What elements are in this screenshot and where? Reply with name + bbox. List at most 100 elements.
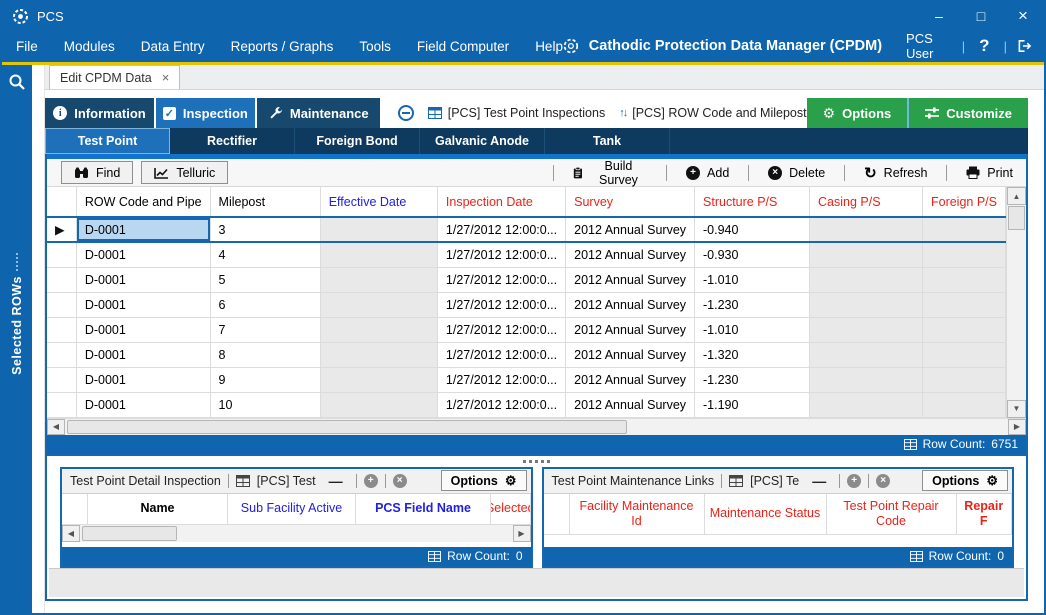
- col-effective-date[interactable]: Effective Date: [320, 187, 437, 217]
- cell-foreign-ps[interactable]: [922, 342, 1005, 367]
- cell-effective-date[interactable]: [320, 392, 437, 417]
- cell-inspection-date[interactable]: 1/27/2012 12:00:0...: [437, 292, 565, 317]
- col-milepost[interactable]: Milepost: [210, 187, 320, 217]
- collapse-panel-button[interactable]: —: [323, 473, 349, 489]
- cell-structure-ps[interactable]: -1.190: [695, 392, 810, 417]
- menu-modules[interactable]: Modules: [64, 39, 115, 54]
- scroll-down-icon[interactable]: ▼: [1007, 400, 1026, 418]
- add-icon[interactable]: +: [364, 474, 378, 488]
- cell-structure-ps[interactable]: -0.930: [695, 242, 810, 267]
- refresh-button[interactable]: ↻ Refresh: [851, 161, 940, 184]
- vertical-scrollbar[interactable]: ▲ ▼: [1006, 187, 1026, 418]
- col-test-point-repair-code[interactable]: Test Point Repair Code: [827, 494, 957, 534]
- maintenance-options-button[interactable]: Options ⚙: [922, 470, 1008, 491]
- cell-inspection-date[interactable]: 1/27/2012 12:00:0...: [437, 242, 565, 267]
- cell-milepost[interactable]: 6: [210, 292, 320, 317]
- cell-casing-ps[interactable]: [810, 317, 923, 342]
- detail-grid-name[interactable]: [PCS] Test: [257, 474, 316, 488]
- table-row[interactable]: D-0001 7 1/27/2012 12:00:0... 2012 Annua…: [47, 317, 1006, 342]
- cell-casing-ps[interactable]: [810, 342, 923, 367]
- cell-milepost[interactable]: 4: [210, 242, 320, 267]
- cell-milepost[interactable]: 7: [210, 317, 320, 342]
- sidebar-tab-selected-rows[interactable]: Selected ROWs: [2, 253, 32, 375]
- cell-structure-ps[interactable]: -1.230: [695, 292, 810, 317]
- table-row[interactable]: D-0001 9 1/27/2012 12:00:0... 2012 Annua…: [47, 367, 1006, 392]
- col-casing-ps[interactable]: Casing P/S: [810, 187, 923, 217]
- cell-row-code[interactable]: D-0001: [76, 217, 210, 242]
- cell-survey[interactable]: 2012 Annual Survey: [566, 317, 695, 342]
- delete-icon[interactable]: ×: [393, 474, 407, 488]
- scrollbar-thumb[interactable]: [67, 420, 627, 434]
- tab-inspection[interactable]: ✓ Inspection: [156, 98, 255, 128]
- scroll-up-icon[interactable]: ▲: [1007, 187, 1026, 205]
- col-name[interactable]: Name: [88, 494, 228, 524]
- cell-effective-date[interactable]: [320, 342, 437, 367]
- collapse-panel-button[interactable]: —: [806, 473, 832, 489]
- cell-row-code[interactable]: D-0001: [76, 267, 210, 292]
- table-row[interactable]: ▶ D-0001 3 1/27/2012 12:00:0... 2012 Ann…: [47, 217, 1006, 242]
- menu-data-entry[interactable]: Data Entry: [141, 39, 205, 54]
- cell-inspection-date[interactable]: 1/27/2012 12:00:0...: [437, 267, 565, 292]
- cell-row-code[interactable]: D-0001: [76, 242, 210, 267]
- user-label[interactable]: PCS User: [906, 31, 952, 61]
- customize-button[interactable]: Customize: [907, 98, 1028, 128]
- cell-effective-date[interactable]: [320, 217, 437, 242]
- cell-casing-ps[interactable]: [810, 217, 923, 242]
- menu-field-computer[interactable]: Field Computer: [417, 39, 509, 54]
- minimize-button[interactable]: –: [918, 2, 960, 30]
- col-sub-facility-active[interactable]: Sub Facility Active: [228, 494, 356, 524]
- cell-foreign-ps[interactable]: [922, 292, 1005, 317]
- collapse-icon[interactable]: [398, 105, 414, 121]
- cell-milepost[interactable]: 3: [210, 217, 320, 242]
- cell-survey[interactable]: 2012 Annual Survey: [566, 292, 695, 317]
- horizontal-scrollbar[interactable]: ◀ ▶: [47, 418, 1026, 435]
- tab-edit-cpdm-data[interactable]: Edit CPDM Data ×: [49, 65, 180, 89]
- scrollbar-thumb[interactable]: [1008, 206, 1025, 230]
- cell-inspection-date[interactable]: 1/27/2012 12:00:0...: [437, 342, 565, 367]
- maximize-button[interactable]: □: [960, 2, 1002, 30]
- cell-milepost[interactable]: 10: [210, 392, 320, 417]
- cell-row-code[interactable]: D-0001: [76, 317, 210, 342]
- cell-effective-date[interactable]: [320, 242, 437, 267]
- cell-row-code[interactable]: D-0001: [76, 292, 210, 317]
- col-selected[interactable]: Selected: [491, 494, 531, 524]
- cell-structure-ps[interactable]: -1.010: [695, 317, 810, 342]
- col-survey[interactable]: Survey: [566, 187, 695, 217]
- tab-close-icon[interactable]: ×: [162, 70, 170, 85]
- cell-structure-ps[interactable]: -0.940: [695, 217, 810, 242]
- splitter-handle[interactable]: [47, 456, 1026, 467]
- cell-row-code[interactable]: D-0001: [76, 367, 210, 392]
- cell-inspection-date[interactable]: 1/27/2012 12:00:0...: [437, 392, 565, 417]
- menu-help[interactable]: Help: [535, 39, 563, 54]
- cell-structure-ps[interactable]: -1.010: [695, 267, 810, 292]
- table-row[interactable]: D-0001 8 1/27/2012 12:00:0... 2012 Annua…: [47, 342, 1006, 367]
- cell-survey[interactable]: 2012 Annual Survey: [566, 342, 695, 367]
- cell-survey[interactable]: 2012 Annual Survey: [566, 367, 695, 392]
- cell-effective-date[interactable]: [320, 367, 437, 392]
- col-pcs-field-name[interactable]: PCS Field Name: [356, 494, 491, 524]
- tab-information[interactable]: i Information: [45, 98, 154, 128]
- build-survey-button[interactable]: Build Survey: [560, 161, 660, 184]
- grid-selector[interactable]: [PCS] Test Point Inspections: [428, 106, 606, 120]
- logout-icon[interactable]: [1017, 38, 1032, 54]
- cell-effective-date[interactable]: [320, 267, 437, 292]
- table-row[interactable]: D-0001 5 1/27/2012 12:00:0... 2012 Annua…: [47, 267, 1006, 292]
- help-button[interactable]: ?: [975, 36, 993, 56]
- cell-foreign-ps[interactable]: [922, 392, 1005, 417]
- delete-icon[interactable]: ×: [876, 474, 890, 488]
- print-button[interactable]: Print: [953, 161, 1026, 184]
- add-button[interactable]: + Add: [673, 161, 742, 184]
- menu-file[interactable]: File: [16, 39, 38, 54]
- table-row[interactable]: D-0001 6 1/27/2012 12:00:0... 2012 Annua…: [47, 292, 1006, 317]
- cell-row-code[interactable]: D-0001: [76, 392, 210, 417]
- cell-structure-ps[interactable]: -1.230: [695, 367, 810, 392]
- find-button[interactable]: Find: [61, 161, 133, 184]
- cell-survey[interactable]: 2012 Annual Survey: [566, 242, 695, 267]
- col-facility-maintenance-id[interactable]: Facility Maintenance Id: [570, 494, 705, 534]
- close-button[interactable]: ×: [1002, 2, 1044, 30]
- cell-foreign-ps[interactable]: [922, 267, 1005, 292]
- cell-milepost[interactable]: 8: [210, 342, 320, 367]
- col-row-code[interactable]: ROW Code and Pipe: [76, 187, 210, 217]
- table-row[interactable]: D-0001 4 1/27/2012 12:00:0... 2012 Annua…: [47, 242, 1006, 267]
- menu-tools[interactable]: Tools: [359, 39, 391, 54]
